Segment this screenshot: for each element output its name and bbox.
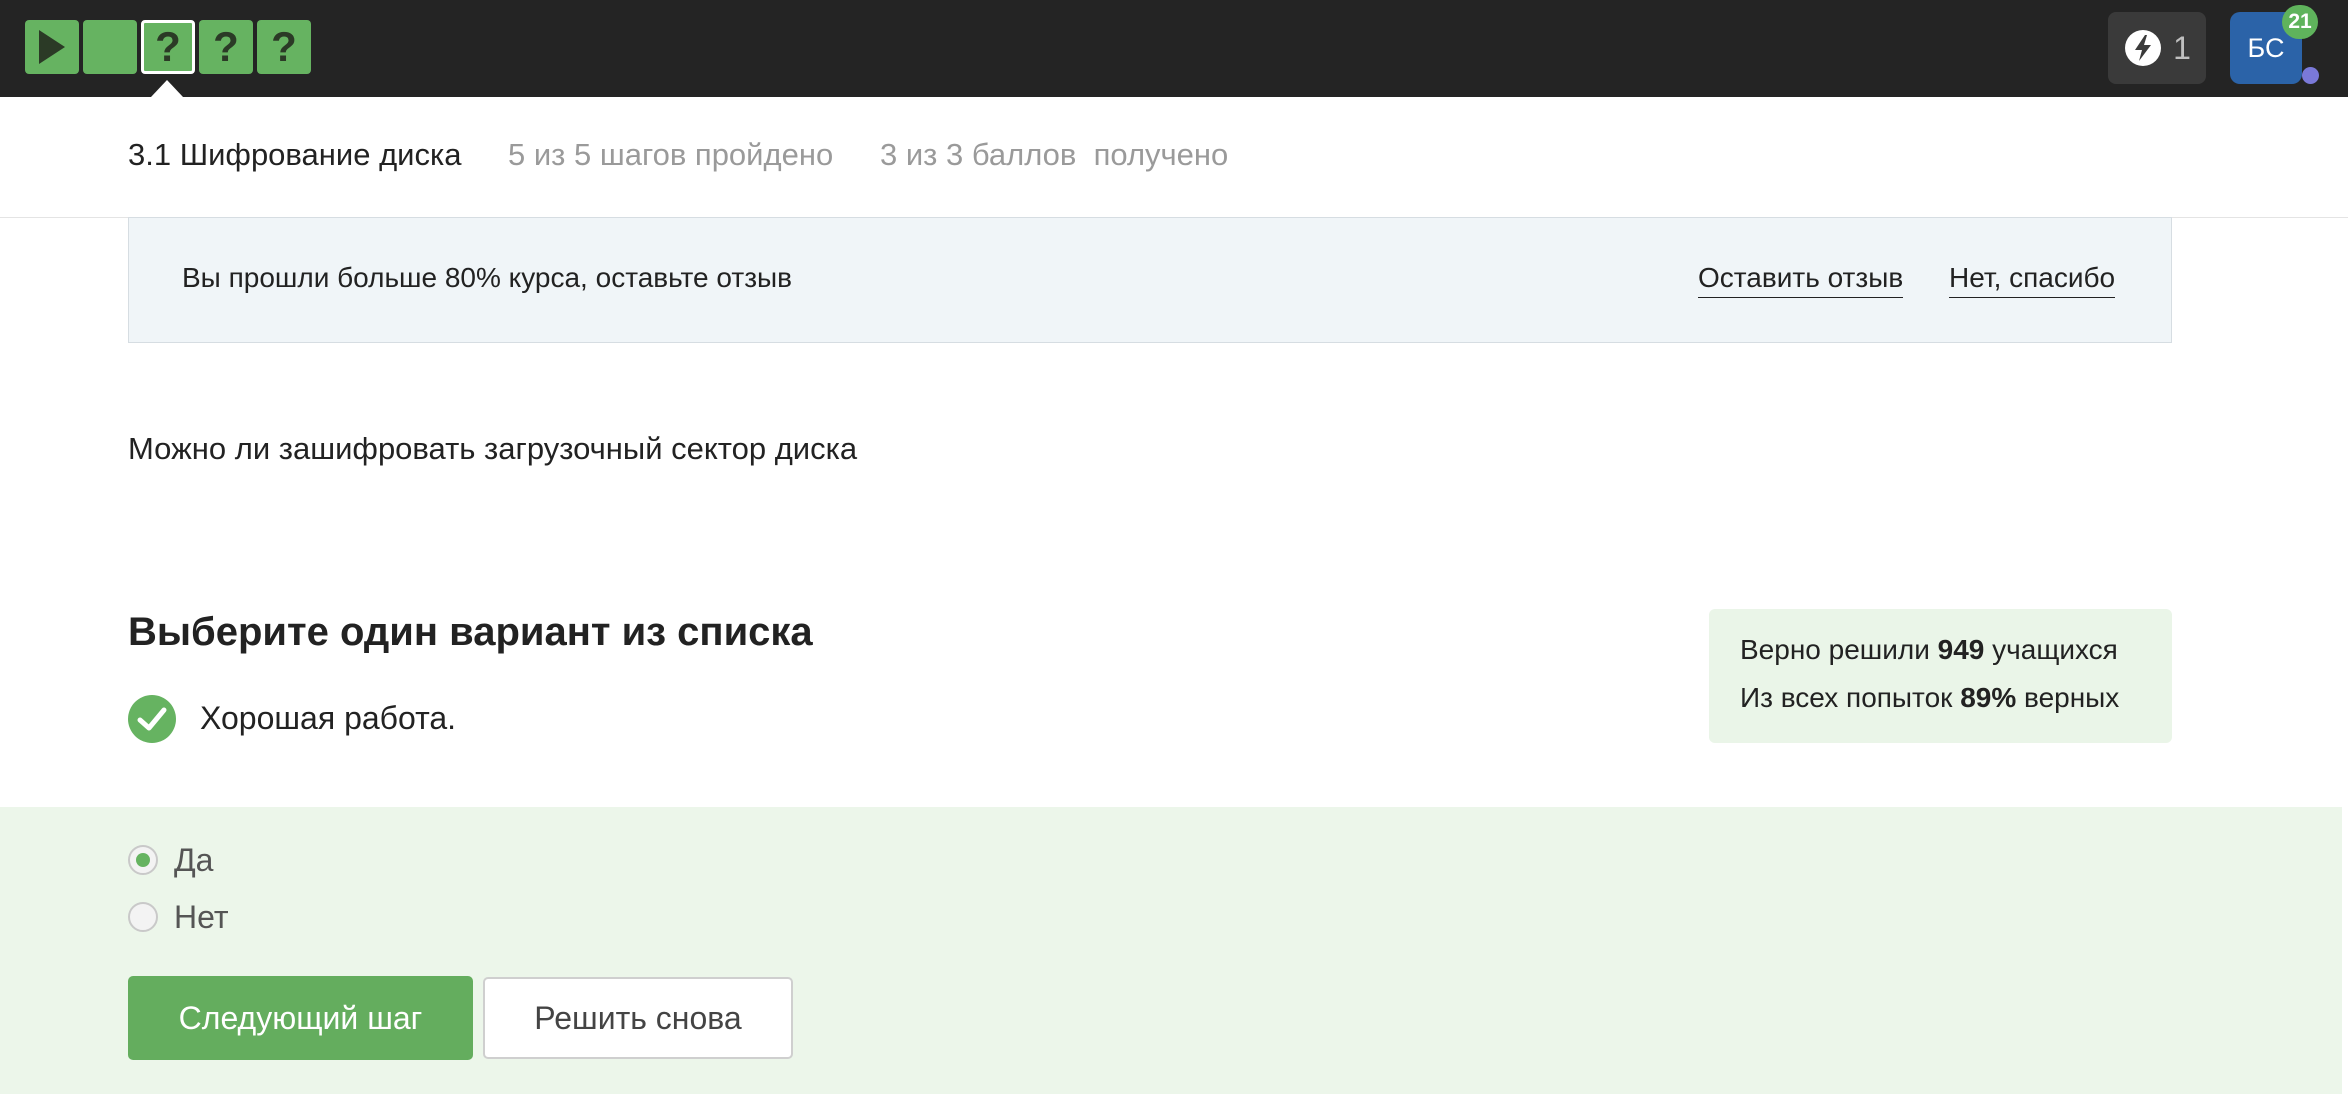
radio-yes[interactable]: [128, 845, 158, 875]
current-step-pointer: [151, 80, 183, 97]
option-yes-label: Да: [174, 841, 214, 878]
check-circle-icon: [128, 695, 176, 743]
energy-button[interactable]: 1: [2108, 12, 2206, 84]
lesson-progress: 5 из 5 шагов пройдено: [508, 137, 834, 172]
avatar-initials: БС: [2247, 32, 2285, 63]
lesson-title[interactable]: 3.1 Шифрование диска: [128, 137, 461, 173]
answer-area: Да Нет Следующий шаг Решить снова: [0, 807, 2342, 1094]
option-no[interactable]: Нет: [128, 898, 229, 935]
no-thanks-link[interactable]: Нет, спасибо: [1949, 262, 2116, 298]
attempts-line: Из всех попыток 89% верных: [1740, 682, 2119, 714]
question-text: Можно ли зашифровать загрузочный сектор …: [128, 431, 858, 466]
solve-again-button[interactable]: Решить снова: [483, 977, 793, 1059]
top-bar: ? ? ? 1 БС 21: [0, 0, 2348, 97]
step-2-text[interactable]: [83, 20, 137, 74]
online-status-dot: [2302, 67, 2319, 84]
step-4-label: ?: [213, 23, 239, 70]
lesson-header: 3.1 Шифрование диска 5 из 5 шагов пройде…: [0, 97, 2348, 218]
attempts-suffix: верных: [2024, 682, 2120, 713]
lightning-icon: [2125, 30, 2162, 66]
result-message: Хорошая работа.: [200, 700, 457, 736]
step-3-quiz-current[interactable]: ?: [141, 20, 195, 74]
feedback-text: Вы прошли больше 80% курса, оставьте отз…: [182, 262, 793, 293]
feedback-banner: Вы прошли больше 80% курса, оставьте отз…: [128, 217, 2172, 343]
quiz-instruction: Выберите один вариант из списка: [128, 610, 813, 654]
energy-count: 1: [2173, 29, 2191, 66]
step-5-quiz[interactable]: ?: [257, 20, 311, 74]
next-step-button[interactable]: Следующий шаг: [128, 976, 473, 1060]
radio-selected-dot: [136, 853, 150, 867]
play-icon: [39, 30, 65, 64]
solved-count-line: Верно решили 949 учащихся: [1740, 634, 2118, 666]
solved-count: 949: [1937, 634, 1985, 665]
option-yes[interactable]: Да: [128, 841, 214, 878]
lesson-score: 3 из 3 баллов получено: [880, 137, 1229, 172]
solved-prefix: Верно решили: [1740, 634, 1930, 665]
option-no-label: Нет: [174, 898, 229, 935]
step-3-label: ?: [155, 23, 181, 70]
step-4-quiz[interactable]: ?: [199, 20, 253, 74]
attempts-percent: 89%: [1960, 682, 2017, 713]
notification-badge[interactable]: 21: [2282, 5, 2318, 39]
step-5-label: ?: [271, 23, 297, 70]
solved-suffix: учащихся: [1992, 634, 2118, 665]
solve-stats: Верно решили 949 учащихся Из всех попыто…: [1709, 609, 2172, 743]
step-1-video[interactable]: [25, 20, 79, 74]
attempts-prefix: Из всех попыток: [1740, 682, 1953, 713]
radio-no[interactable]: [128, 902, 158, 932]
leave-review-link[interactable]: Оставить отзыв: [1698, 262, 1904, 298]
